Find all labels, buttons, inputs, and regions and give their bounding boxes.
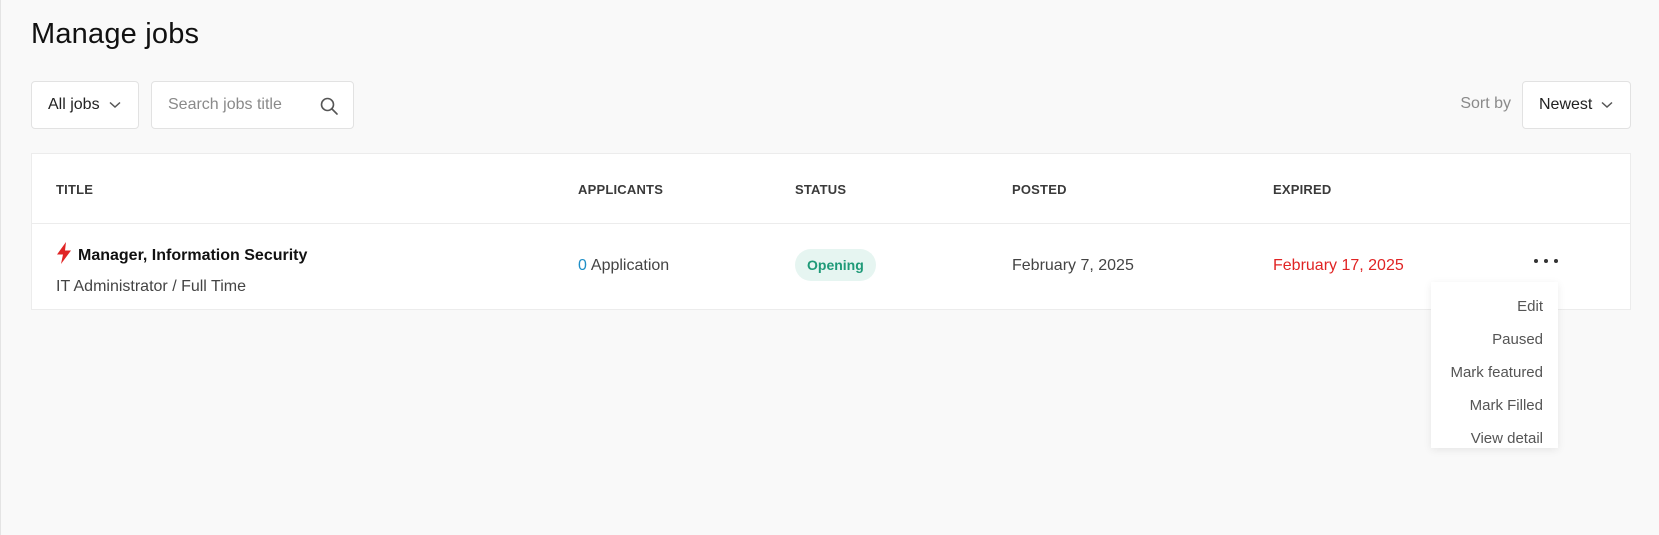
posted-date: February 7, 2025 — [1012, 257, 1134, 274]
expired-date: February 17, 2025 — [1273, 257, 1404, 274]
table-header: TITLE APPLICANTS STATUS POSTED EXPIRED — [32, 154, 1630, 224]
search-icon[interactable] — [319, 96, 339, 121]
job-filter-dropdown[interactable]: All jobs — [31, 81, 139, 129]
dot-icon — [1544, 259, 1548, 263]
sort-dropdown[interactable]: Newest — [1522, 81, 1631, 129]
job-subtitle: IT Administrator / Full Time — [56, 278, 246, 295]
more-actions-button[interactable] — [1534, 253, 1558, 269]
chevron-down-icon — [1601, 101, 1613, 109]
applicants-label: Application — [590, 257, 670, 274]
applicants-count: 0 — [578, 257, 587, 274]
action-menu: Edit Paused Mark featured Mark Filled Vi… — [1431, 282, 1558, 448]
jobs-table: TITLE APPLICANTS STATUS POSTED EXPIRED M… — [31, 153, 1631, 310]
menu-item-edit[interactable]: Edit — [1431, 290, 1558, 323]
column-header-title: TITLE — [56, 182, 94, 197]
left-divider — [0, 0, 1, 535]
column-header-posted: POSTED — [1012, 182, 1067, 197]
page-title: Manage jobs — [31, 18, 200, 50]
lightning-bolt-icon — [56, 242, 72, 269]
job-filter-label: All jobs — [48, 96, 100, 113]
menu-item-mark-filled[interactable]: Mark Filled — [1431, 389, 1558, 422]
column-header-expired: EXPIRED — [1273, 182, 1332, 197]
column-header-status: STATUS — [795, 182, 847, 197]
search-input[interactable] — [168, 96, 318, 114]
table-row: Manager, Information Security IT Adminis… — [32, 224, 1630, 310]
sort-label: Sort by — [1460, 95, 1511, 112]
sort-value: Newest — [1539, 96, 1593, 113]
menu-item-mark-featured[interactable]: Mark featured — [1431, 356, 1558, 389]
dot-icon — [1554, 259, 1558, 263]
applicants-cell[interactable]: 0 Application — [578, 257, 669, 275]
search-box — [151, 81, 354, 129]
column-header-applicants: APPLICANTS — [578, 182, 664, 197]
job-title-link[interactable]: Manager, Information Security — [78, 247, 307, 265]
menu-item-view-detail[interactable]: View detail — [1431, 422, 1558, 455]
dot-icon — [1534, 259, 1538, 263]
chevron-down-icon — [109, 101, 121, 109]
job-title-cell: Manager, Information Security IT Adminis… — [56, 242, 307, 296]
menu-item-paused[interactable]: Paused — [1431, 323, 1558, 356]
toolbar: All jobs Sort by Newest — [31, 81, 1631, 129]
status-badge: Opening — [795, 249, 876, 281]
